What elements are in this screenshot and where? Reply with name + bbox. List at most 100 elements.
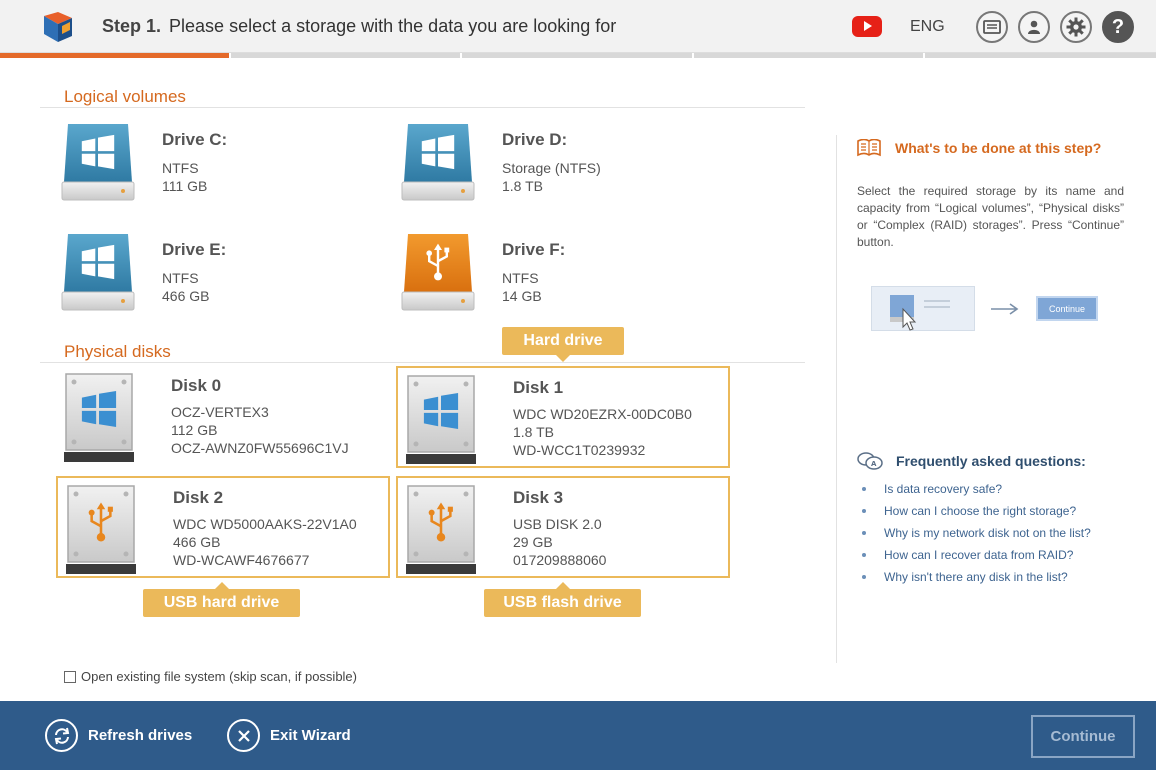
open-existing-fs-label: Open existing file system (skip scan, if… bbox=[81, 669, 357, 684]
account-icon bbox=[1028, 20, 1040, 34]
disk-model: USB DISK 2.0 bbox=[513, 516, 602, 532]
windows-hdd-icon bbox=[64, 373, 134, 462]
drive-filesystem: NTFS bbox=[502, 270, 539, 286]
open-existing-fs-option[interactable]: Open existing file system (skip scan, if… bbox=[64, 669, 357, 684]
hard-drive-callout: Hard drive bbox=[502, 327, 624, 362]
help-title-text: What's to be done at this step? bbox=[895, 140, 1102, 156]
disk-size: 112 GB bbox=[171, 422, 218, 438]
progress-divider bbox=[229, 53, 231, 58]
drive-d-item[interactable]: Drive D: Storage (NTFS) 1.8 TB bbox=[380, 120, 710, 220]
wizard-progress-bar bbox=[0, 53, 1156, 58]
step-description: Please select a storage with the data yo… bbox=[169, 16, 617, 36]
usb-hdd-icon bbox=[406, 485, 476, 574]
faq-item[interactable]: How can I recover data from RAID? bbox=[862, 544, 1091, 566]
drive-size: 14 GB bbox=[502, 288, 542, 304]
disk-name: Disk 3 bbox=[513, 488, 564, 507]
faq-link[interactable]: How can I choose the right storage? bbox=[884, 502, 1076, 521]
disk-size: 466 GB bbox=[173, 534, 221, 550]
exit-wizard-label: Exit Wizard bbox=[270, 727, 351, 744]
usb-flash-drive-callout: USB flash drive bbox=[484, 582, 641, 617]
drive-size: 1.8 TB bbox=[502, 178, 543, 194]
arrow-right-icon bbox=[991, 303, 1019, 315]
progress-divider bbox=[923, 53, 925, 58]
progress-divider bbox=[460, 53, 462, 58]
account-button[interactable] bbox=[1018, 11, 1050, 43]
exit-wizard-button[interactable]: Exit Wizard bbox=[227, 719, 351, 752]
faq-link[interactable]: Is data recovery safe? bbox=[884, 480, 1002, 499]
bullet-icon bbox=[862, 553, 866, 557]
logical-volumes-title: Logical volumes bbox=[64, 87, 186, 106]
disk-name: Disk 2 bbox=[173, 488, 224, 507]
disk-name: Disk 0 bbox=[171, 376, 222, 395]
youtube-icon[interactable] bbox=[852, 16, 882, 37]
faq-link[interactable]: How can I recover data from RAID? bbox=[884, 546, 1073, 565]
step-number: Step 1. bbox=[102, 16, 162, 36]
faq-item[interactable]: Why isn't there any disk in the list? bbox=[862, 566, 1091, 588]
usb-drive-icon bbox=[401, 234, 475, 311]
faq-link[interactable]: Why is my network disk not on the list? bbox=[884, 524, 1091, 543]
refresh-drives-button[interactable]: Refresh drives bbox=[45, 719, 192, 752]
help-icon: ? bbox=[1111, 15, 1125, 38]
language-selector[interactable]: ENG bbox=[910, 18, 945, 36]
faq-chat-icon: A bbox=[857, 452, 883, 470]
open-existing-fs-checkbox[interactable] bbox=[64, 670, 76, 683]
settings-button[interactable] bbox=[1060, 11, 1092, 43]
drive-f-item[interactable]: Drive F: NTFS 14 GB bbox=[380, 230, 710, 330]
usb-hard-drive-callout: USB hard drive bbox=[143, 582, 300, 617]
disk-1-item[interactable]: Disk 1 WDC WD20EZRX-00DC0B0 1.8 TB WD-WC… bbox=[396, 366, 730, 468]
disk-size: 1.8 TB bbox=[513, 424, 554, 440]
continue-button[interactable]: Continue bbox=[1031, 715, 1135, 758]
faq-item[interactable]: How can I choose the right storage? bbox=[862, 500, 1091, 522]
help-section-title: What's to be done at this step? bbox=[857, 139, 1101, 157]
svg-text:A: A bbox=[871, 460, 877, 468]
drive-c-item[interactable]: Drive C: NTFS 111 GB bbox=[40, 120, 370, 220]
panel-divider bbox=[836, 135, 837, 663]
drive-size: 466 GB bbox=[162, 288, 210, 304]
drive-size: 111 GB bbox=[162, 178, 208, 194]
book-icon bbox=[857, 139, 881, 157]
windows-drive-icon bbox=[401, 124, 475, 201]
drive-filesystem: Storage (NTFS) bbox=[502, 160, 601, 176]
disk-name: Disk 1 bbox=[513, 378, 564, 397]
bullet-icon bbox=[862, 487, 866, 491]
log-button[interactable] bbox=[976, 11, 1008, 43]
drive-e-item[interactable]: Drive E: NTFS 466 GB bbox=[40, 230, 370, 330]
disk-2-item[interactable]: Disk 2 WDC WD5000AAKS-22V1A0 466 GB WD-W… bbox=[56, 476, 390, 578]
disk-0-item[interactable]: Disk 0 OCZ-VERTEX3 112 GB OCZ-AWNZ0FW556… bbox=[56, 366, 390, 468]
faq-section-title: A Frequently asked questions: bbox=[857, 452, 1086, 470]
illustration-drive-list bbox=[871, 286, 975, 331]
progress-divider bbox=[692, 53, 694, 58]
refresh-drives-label: Refresh drives bbox=[88, 727, 193, 744]
section-divider bbox=[40, 107, 805, 108]
disk-model: WDC WD20EZRX-00DC0B0 bbox=[513, 406, 692, 422]
disk-serial: WD-WCAWF4676677 bbox=[173, 552, 310, 568]
illustration-continue-button: Continue bbox=[1036, 296, 1098, 321]
disk-serial: 017209888060 bbox=[513, 552, 607, 568]
drive-name: Drive F: bbox=[502, 240, 566, 259]
faq-title-text: Frequently asked questions: bbox=[896, 453, 1086, 469]
windows-hdd-icon bbox=[406, 375, 476, 464]
disk-size: 29 GB bbox=[513, 534, 553, 550]
disk-serial: WD-WCC1T0239932 bbox=[513, 442, 646, 458]
settings-icon bbox=[1066, 17, 1086, 37]
drive-name: Drive D: bbox=[502, 130, 568, 149]
usb-hdd-icon bbox=[66, 485, 136, 574]
disk-3-item[interactable]: Disk 3 USB DISK 2.0 29 GB 017209888060 bbox=[396, 476, 730, 578]
close-icon bbox=[227, 719, 260, 752]
disk-serial: OCZ-AWNZ0FW55696C1VJ bbox=[171, 440, 349, 456]
drive-name: Drive E: bbox=[162, 240, 227, 259]
refresh-icon bbox=[45, 719, 78, 752]
step-title: Step 1. Please select a storage with the … bbox=[102, 16, 616, 37]
drive-filesystem: NTFS bbox=[162, 160, 199, 176]
windows-drive-icon bbox=[61, 234, 135, 311]
help-button[interactable]: ? bbox=[1102, 11, 1134, 43]
app-logo-icon bbox=[44, 12, 72, 42]
bullet-icon bbox=[862, 509, 866, 513]
drive-filesystem: NTFS bbox=[162, 270, 199, 286]
faq-link[interactable]: Why isn't there any disk in the list? bbox=[884, 568, 1068, 587]
section-divider bbox=[40, 362, 805, 363]
faq-item[interactable]: Is data recovery safe? bbox=[862, 478, 1091, 500]
drive-name: Drive C: bbox=[162, 130, 228, 149]
footer-bar: Refresh drives Exit Wizard Continue bbox=[0, 701, 1156, 770]
faq-item[interactable]: Why is my network disk not on the list? bbox=[862, 522, 1091, 544]
